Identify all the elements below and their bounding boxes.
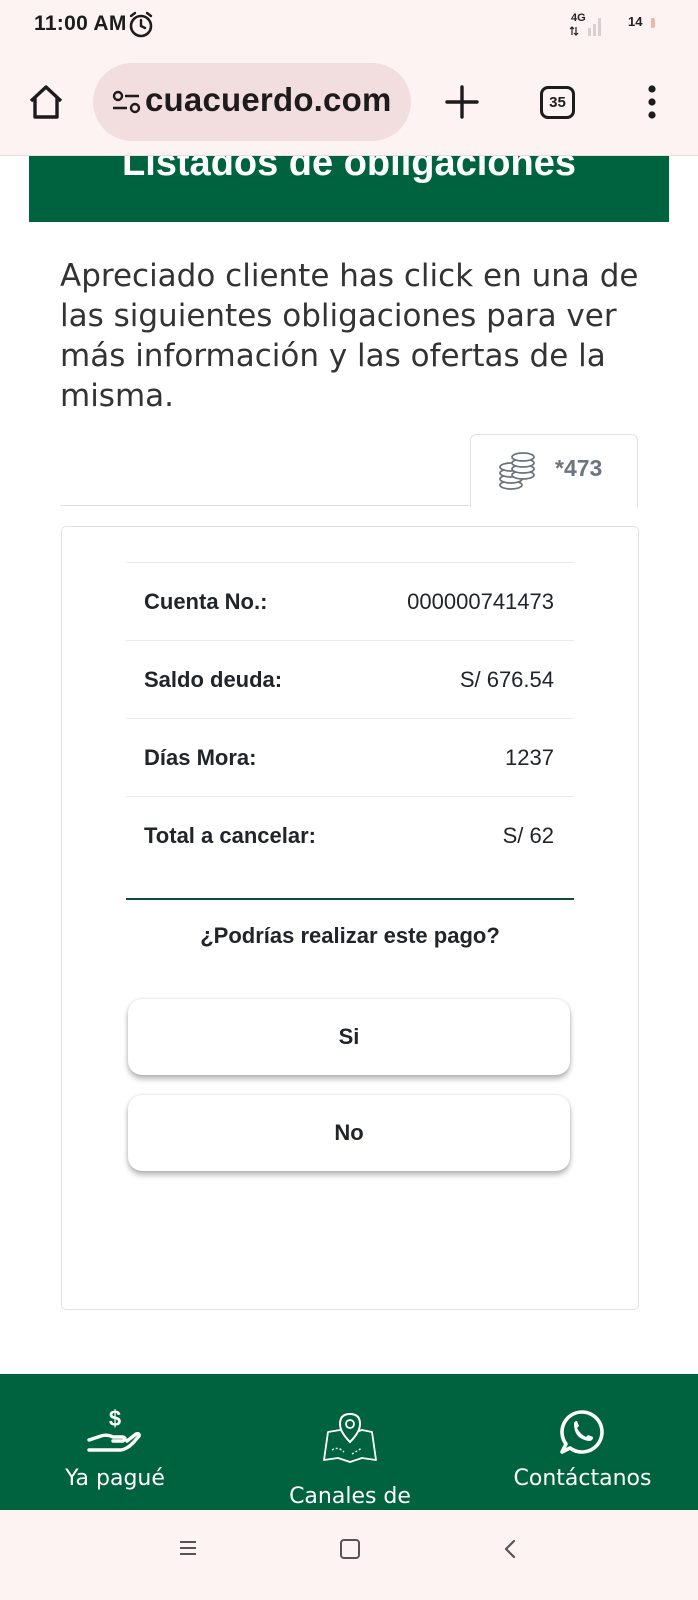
system-navigation-bar [0, 1510, 698, 1600]
obligation-details: Cuenta No.: 000000741473 Saldo deuda: S/… [126, 562, 574, 874]
system-home-icon[interactable] [340, 1539, 360, 1559]
back-icon[interactable] [500, 1538, 520, 1560]
total-to-pay-value: S/ 62 [502, 823, 554, 848]
nav-item-canales[interactable]: Canales de [270, 1374, 430, 1510]
debt-balance-label: Saldo deuda: [144, 667, 283, 692]
divider [126, 898, 574, 900]
table-row: Total a cancelar: S/ 62 [126, 796, 574, 874]
table-row: Días Mora: 1237 [126, 718, 574, 796]
days-overdue-label: Días Mora: [144, 745, 257, 770]
battery-icon [651, 18, 655, 28]
plus-icon[interactable] [443, 83, 481, 121]
obligation-card: Cuenta No.: 000000741473 Saldo deuda: S/… [61, 526, 639, 1310]
recent-apps-icon[interactable] [178, 1539, 198, 1557]
nav-item-ya-pague[interactable]: $ Ya pagué [40, 1374, 190, 1510]
account-number-value: 000000741473 [407, 589, 554, 614]
url-text: cuacuerdo.com [145, 81, 392, 118]
hand-dollar-icon: $ [87, 1406, 141, 1452]
account-number-label: Cuenta No.: [144, 589, 268, 614]
address-bar[interactable]: cuacuerdo.com [93, 63, 411, 141]
tab-account[interactable]: *473 [470, 434, 638, 507]
site-settings-icon[interactable] [111, 90, 143, 114]
status-bar: 11:00 AM 4G 14 [0, 0, 698, 52]
map-pin-icon [323, 1412, 377, 1463]
more-options-icon[interactable] [640, 82, 664, 122]
debt-balance-value: S/ 676.54 [459, 667, 554, 692]
coins-icon [499, 452, 535, 490]
tabs-divider [60, 505, 470, 506]
page-title-banner: Listados de obligaciones [29, 156, 669, 222]
signal-icon [569, 18, 601, 36]
home-icon[interactable] [26, 82, 66, 122]
days-overdue-value: 1237 [505, 745, 554, 770]
nav-label-ya-pague: Ya pagué [65, 1466, 165, 1491]
intro-text: Apreciado cliente has click en una de la… [60, 258, 639, 414]
nav-label-canales: Canales de [289, 1484, 411, 1509]
page-title: Listados de obligaciones [122, 156, 576, 184]
no-button[interactable]: No [128, 1095, 570, 1171]
whatsapp-icon [560, 1410, 604, 1454]
nav-item-contactanos[interactable]: Contáctanos [500, 1374, 665, 1510]
payment-question: ¿Podrías realizar este pago? [200, 923, 500, 948]
alarm-icon [129, 11, 153, 38]
table-row: Cuenta No.: 000000741473 [126, 562, 574, 640]
svg-text:$: $ [109, 1406, 121, 1431]
tab-switcher-button[interactable]: 35 [540, 86, 575, 119]
account-tab-label: *473 [555, 455, 603, 481]
browser-toolbar: cuacuerdo.com 35 [0, 52, 698, 156]
battery-level: 14 [628, 14, 643, 29]
nav-label-contactanos: Contáctanos [513, 1466, 652, 1491]
status-time: 11:00 AM [34, 12, 127, 35]
table-row: Saldo deuda: S/ 676.54 [126, 640, 574, 718]
total-to-pay-label: Total a cancelar: [144, 823, 316, 848]
yes-button[interactable]: Si [128, 999, 570, 1075]
bottom-navigation: $ Ya pagué Canales de Contáctanos [0, 1374, 698, 1510]
